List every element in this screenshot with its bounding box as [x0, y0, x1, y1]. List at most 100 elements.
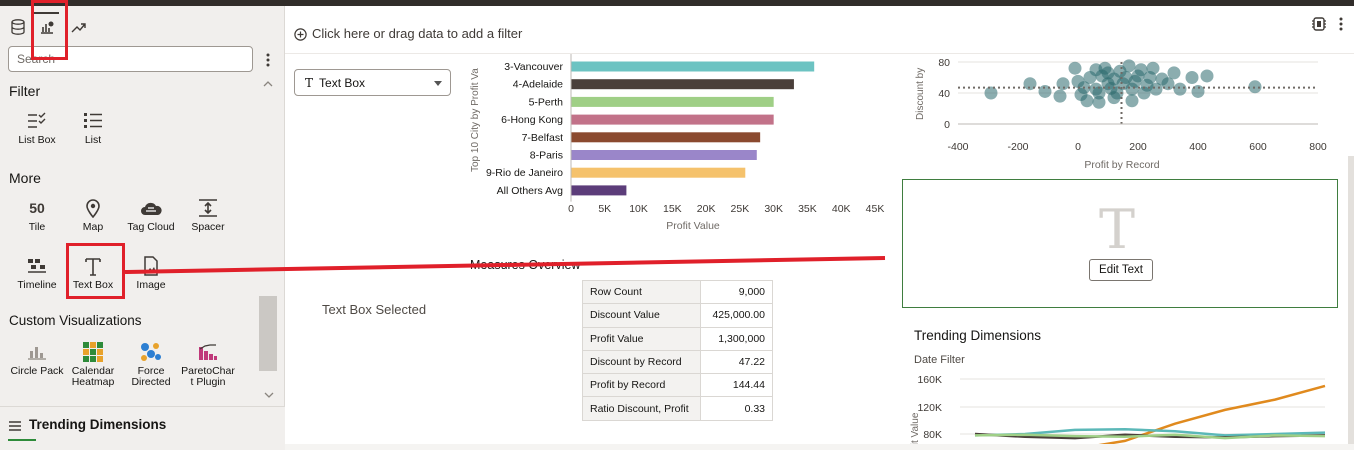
y-tick-label: 120K — [917, 402, 942, 414]
viz-list[interactable]: List — [64, 109, 122, 146]
viz-label: List — [84, 134, 102, 146]
scatter-point — [1173, 82, 1187, 96]
scatter-point — [1167, 66, 1181, 80]
scatter-point — [984, 86, 998, 100]
x-axis-label: Profit Value — [666, 220, 720, 232]
bar — [571, 185, 627, 196]
measure-name: Discount by Record — [582, 349, 701, 375]
measure-name: Discount Value — [582, 303, 701, 328]
viz-label: List Box — [18, 134, 56, 146]
x-tick-label: 45K — [866, 203, 885, 215]
viz-label: ParetoChar t Plugin — [181, 365, 235, 388]
viz-circle-pack[interactable]: Circle Pack — [8, 340, 66, 377]
y-axis-label: Top 10 City by Profit Va — [470, 68, 481, 172]
bar-category-label: 7-Belfast — [522, 132, 564, 144]
edit-text-button[interactable]: Edit Text — [1089, 259, 1153, 281]
x-tick-label: 15K — [663, 203, 682, 215]
measure-value: 0.33 — [700, 396, 773, 421]
x-tick-label: 30K — [764, 203, 783, 215]
trending-dimensions-panel[interactable]: Trending Dimensions — [0, 406, 285, 450]
add-filter-icon — [294, 28, 307, 46]
measure-value: 1,300,000 — [700, 326, 773, 351]
viz-label: Calendar Heatmap — [71, 365, 115, 388]
x-tick-label: 20K — [697, 203, 716, 215]
bar — [571, 61, 815, 72]
analytics-icon[interactable] — [70, 18, 88, 36]
scroll-down-icon[interactable] — [263, 386, 275, 404]
text-placeholder-icon: T — [1099, 198, 1136, 261]
custom-section-title: Custom Visualizations — [9, 313, 142, 328]
bar-chart[interactable]: 3-Vancouver 4-Adelaide 5-Perth 6-Hong Kong 7… — [465, 54, 885, 244]
viz-pareto-chart[interactable]: ParetoChar t Plugin — [179, 340, 237, 388]
list-box-icon — [8, 109, 66, 133]
bar-category-label: 6-Hong Kong — [501, 114, 563, 126]
sidebar: Search Filter List Box List More 50 Tile… — [0, 6, 285, 450]
scatter-point — [1068, 61, 1082, 75]
panel-underline — [8, 439, 36, 441]
x-tick-label: 10K — [629, 203, 648, 215]
viz-label: Tag Cloud — [127, 221, 175, 233]
canvas-scrollbar[interactable] — [1348, 156, 1354, 444]
viz-tag-cloud[interactable]: Tag Cloud — [122, 196, 180, 233]
more-options-icon[interactable] — [263, 52, 273, 68]
x-tick-label: 40K — [832, 203, 851, 215]
viz-type-select[interactable]: T Text Box — [294, 69, 451, 96]
measure-row: Discount by Record 47.22 — [582, 349, 773, 375]
viz-force-directed[interactable]: Force Directed — [122, 340, 180, 388]
x-tick-label: 0 — [568, 203, 574, 215]
select-value: Text Box — [319, 76, 366, 90]
scatter-chart[interactable]: 0 40 80 -400 -200 0 200 400 600 800 Profit by Reco… — [905, 54, 1345, 172]
measure-row: Discount Value 425,000.00 — [582, 303, 773, 328]
x-tick-label: 200 — [1129, 141, 1147, 153]
viz-label: Timeline — [17, 279, 57, 291]
x-tick-label: 5K — [598, 203, 611, 215]
viz-tile[interactable]: 50 Tile — [8, 196, 66, 233]
measure-name: Profit Value — [582, 326, 701, 351]
viz-map[interactable]: Map — [64, 196, 122, 233]
database-icon[interactable] — [9, 18, 27, 36]
viz-list-box[interactable]: List Box — [8, 109, 66, 146]
auto-apply-icon[interactable] — [1311, 16, 1327, 37]
viz-image[interactable]: Image — [122, 254, 180, 291]
y-tick-label: 80K — [923, 429, 942, 441]
viz-timeline[interactable]: Timeline — [8, 254, 66, 291]
x-tick-label: 600 — [1249, 141, 1267, 153]
viz-calendar-heatmap[interactable]: Calendar Heatmap — [64, 340, 122, 388]
bar — [571, 96, 774, 107]
pareto-chart-icon — [179, 340, 237, 364]
measure-value: 47.22 — [700, 349, 773, 375]
more-section-title: More — [9, 170, 41, 186]
viz-label: Force Directed — [131, 365, 171, 388]
measures-overview-title: Measures Overview — [470, 258, 581, 272]
sidebar-scrollbar[interactable] — [259, 296, 277, 371]
bar-category-label: All Others Avg — [497, 185, 563, 197]
map-pin-icon — [64, 196, 122, 220]
text-box-visualization[interactable]: T Edit Text — [902, 179, 1338, 308]
trending-dimensions-title: Trending Dimensions — [29, 417, 167, 432]
scatter-point — [1185, 71, 1199, 84]
scatter-point — [1125, 94, 1139, 108]
y-tick-label: 160K — [917, 374, 942, 386]
bar — [571, 132, 761, 143]
canvas-menu-icon[interactable] — [1338, 16, 1344, 37]
image-icon — [122, 254, 180, 278]
scroll-up-icon[interactable] — [262, 75, 274, 93]
measures-table[interactable]: Row Count 9,000 Discount Value 425,000.00 Pr… — [582, 279, 773, 421]
scatter-point — [1053, 89, 1067, 103]
date-filter-label[interactable]: Date Filter — [914, 354, 965, 366]
filter-bar[interactable]: Click here or drag data to add a filter — [285, 6, 1354, 54]
y-axis-label: fit Value — [910, 412, 921, 444]
line-chart[interactable]: 80K 120K 160K fit Value — [905, 366, 1335, 444]
bar-category-label: 8-Paris — [530, 150, 563, 162]
measure-value: 9,000 — [700, 279, 773, 305]
measure-name: Profit by Record — [582, 373, 701, 398]
x-tick-label: 400 — [1189, 141, 1207, 153]
filter-section-title: Filter — [9, 83, 41, 99]
bar — [571, 167, 746, 178]
scatter-point — [1080, 94, 1094, 108]
viz-label: Circle Pack — [10, 365, 64, 377]
measure-row: Profit by Record 144.44 — [582, 373, 773, 398]
calendar-heatmap-icon — [64, 340, 122, 364]
text-type-icon: T — [305, 76, 314, 90]
viz-spacer[interactable]: Spacer — [179, 196, 237, 233]
